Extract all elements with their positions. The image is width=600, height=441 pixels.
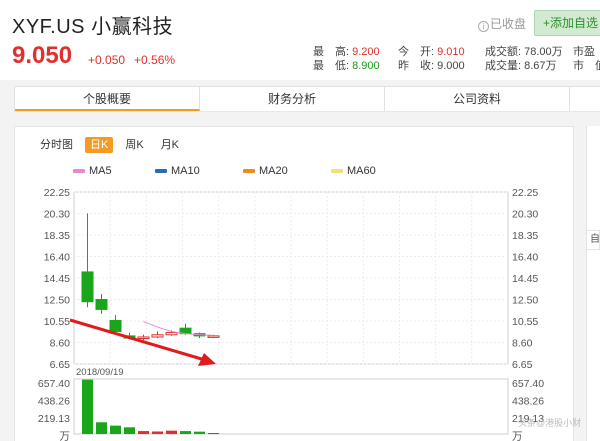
volume-bar bbox=[82, 379, 93, 434]
price-tick-right: 14.45 bbox=[512, 273, 538, 285]
volume-bar bbox=[208, 432, 219, 434]
price-tick-left: 12.50 bbox=[44, 295, 70, 307]
volume-bar bbox=[138, 431, 149, 434]
volume-bar bbox=[152, 431, 163, 434]
volume-plot-frame bbox=[73, 378, 509, 435]
price-tick-left: 8.60 bbox=[50, 338, 71, 350]
volume-bar bbox=[124, 427, 135, 434]
price-tick-left: 18.35 bbox=[44, 230, 70, 242]
price-tick-right: 18.35 bbox=[512, 230, 538, 242]
volume-bar bbox=[96, 422, 107, 434]
price-tick-right: 20.30 bbox=[512, 209, 538, 221]
candle-body bbox=[207, 335, 220, 338]
kline-chart: 22.25 22.25 20.30 20.30 18.35 18.35 16.40 16.40… bbox=[38, 187, 544, 441]
price-tick-right: 12.50 bbox=[512, 295, 538, 307]
price-tick-left: 22.25 bbox=[44, 187, 70, 199]
volume-tick-left: 万 bbox=[60, 431, 71, 441]
price-tick-right: 10.55 bbox=[512, 316, 538, 328]
candle-body bbox=[81, 271, 94, 303]
price-tick-left: 6.65 bbox=[50, 359, 71, 371]
watermark: 头条@港股小财 bbox=[518, 418, 582, 428]
volume-tick-right: 657.40 bbox=[512, 378, 544, 390]
candle-body bbox=[151, 334, 164, 338]
volume-bar bbox=[110, 425, 121, 434]
volume-tick-left: 657.40 bbox=[38, 378, 70, 390]
volume-tick-left: 438.26 bbox=[38, 396, 70, 408]
price-tick-right: 8.60 bbox=[512, 338, 533, 350]
price-tick-left: 20.30 bbox=[44, 209, 70, 221]
price-tick-right: 16.40 bbox=[512, 252, 538, 264]
price-tick-left: 10.55 bbox=[44, 316, 70, 328]
price-tick-right: 6.65 bbox=[512, 359, 533, 371]
volume-bar bbox=[194, 431, 205, 434]
volume-tick-right: 万 bbox=[512, 431, 523, 441]
volume-tick-right: 438.26 bbox=[512, 396, 544, 408]
volume-bar bbox=[180, 431, 191, 434]
candle-body bbox=[165, 332, 178, 336]
candle-body bbox=[137, 336, 150, 339]
price-tick-left: 14.45 bbox=[44, 273, 70, 285]
price-tick-left: 16.40 bbox=[44, 252, 70, 264]
volume-bar bbox=[166, 430, 177, 434]
price-tick-right: 22.25 bbox=[512, 187, 538, 199]
candle-body bbox=[95, 299, 108, 310]
candle-body bbox=[109, 319, 122, 332]
volume-tick-left: 219.13 bbox=[38, 413, 70, 425]
date-label: 2018/09/19 bbox=[76, 367, 124, 378]
trend-arrow bbox=[69, 318, 206, 362]
